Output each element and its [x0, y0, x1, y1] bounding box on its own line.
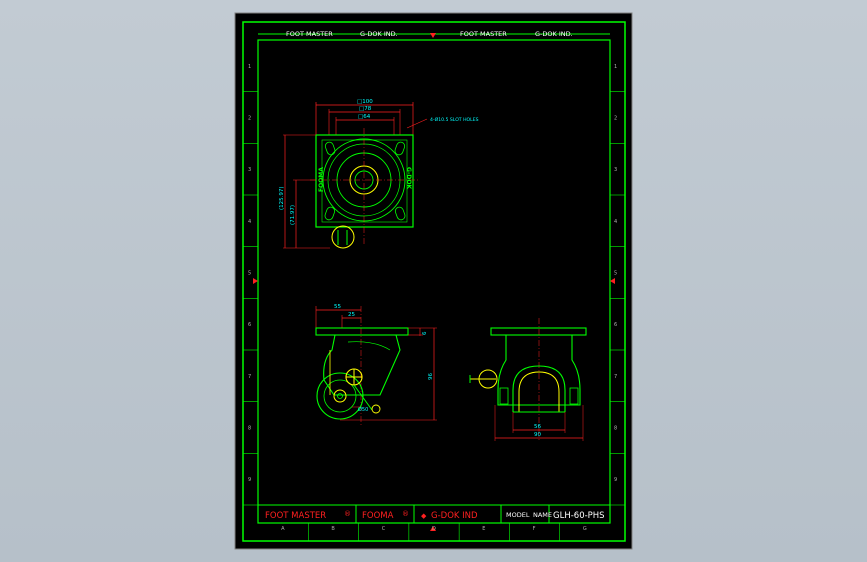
- column-label: C: [382, 526, 386, 532]
- reg-mark-1: ®: [344, 510, 351, 518]
- row-label-left: 3: [248, 167, 251, 173]
- row-label-right: 2: [614, 116, 617, 122]
- plate-label-left: FOOMA: [318, 167, 325, 192]
- row-label-right: 4: [614, 219, 617, 225]
- column-label: D: [432, 526, 436, 532]
- column-label: E: [482, 526, 485, 532]
- row-label-right: 8: [614, 426, 617, 432]
- row-label-right: 5: [614, 271, 617, 277]
- dim-plate-outer: □100: [357, 99, 373, 105]
- dim-height-total: (125.97): [279, 186, 285, 210]
- model-label: MODEL: [506, 511, 530, 519]
- row-label-left: 4: [248, 219, 251, 225]
- row-label-right: 1: [614, 64, 617, 70]
- dim-slot-holes: 4-Ø10.5 SLOT HOLES: [430, 116, 479, 123]
- column-label: G: [583, 526, 587, 532]
- dim-height-offset: (71.97): [290, 205, 296, 225]
- dim-plate-inner: □64: [358, 114, 371, 120]
- dim-front-width: 90: [534, 432, 541, 438]
- row-label-left: 8: [248, 426, 251, 432]
- drawing-sheet: [234, 12, 633, 550]
- column-label: A: [281, 526, 285, 532]
- title-cell-3: G-DOK IND: [431, 511, 478, 521]
- row-label-right: 3: [614, 167, 617, 173]
- name-label: NAME: [533, 511, 552, 519]
- column-label: F: [533, 526, 536, 532]
- logo-mark: ◆: [421, 512, 427, 520]
- column-label: B: [331, 526, 335, 532]
- row-label-left: 1: [248, 64, 251, 70]
- plate-label-right: G-DOK: [405, 167, 412, 189]
- title-cell-1: FOOT MASTER: [265, 511, 326, 521]
- dim-total-height: 96: [428, 373, 434, 380]
- title-cell-2: FOOMA: [362, 511, 394, 521]
- reg-mark-2: ®: [402, 510, 409, 518]
- header-company-left: FOOT MASTER: [286, 30, 333, 38]
- cad-viewport[interactable]: FOOT MASTER G-DOK IND. FOOT MASTER G-DOK…: [0, 0, 867, 562]
- row-label-left: 6: [248, 322, 251, 328]
- dim-side-width: 55: [334, 304, 341, 310]
- row-label-right: 7: [614, 374, 617, 380]
- dim-side-offset: 25: [348, 312, 355, 318]
- row-label-left: 7: [248, 374, 251, 380]
- header-ind-left: G-DOK IND.: [360, 30, 398, 38]
- row-label-left: 2: [248, 116, 251, 122]
- dim-plate-mid: □78: [359, 106, 372, 112]
- header-company-right: FOOT MASTER: [460, 30, 507, 38]
- row-label-right: 9: [614, 477, 617, 483]
- row-label-right: 6: [614, 322, 617, 328]
- header-ind-right: G-DOK IND.: [535, 30, 573, 38]
- dim-wheel-width: 56: [534, 424, 541, 430]
- row-label-left: 9: [248, 477, 251, 483]
- dim-plate-thick: 6: [422, 331, 428, 335]
- row-label-left: 5: [248, 271, 251, 277]
- model-value: GLH-60-PHS: [553, 511, 605, 521]
